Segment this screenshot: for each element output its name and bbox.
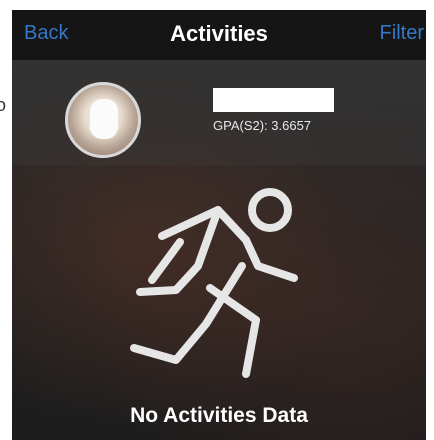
avatar-photo [90,99,118,139]
gpa-label: GPA(S2): 3.6657 [213,118,312,133]
empty-state-message: No Activities Data [130,404,308,427]
navigation-bar: Back Activities Filter [12,10,426,60]
running-person-icon [130,188,298,378]
student-name-redacted [213,88,334,112]
edge-glyph: o [0,95,7,115]
page-title: Activities [170,21,268,46]
activities-screen: Back Activities Filter GPA(S2): 3.6657 N… [12,10,426,440]
filter-button[interactable]: Filter [380,22,424,45]
avatar[interactable] [65,82,141,158]
